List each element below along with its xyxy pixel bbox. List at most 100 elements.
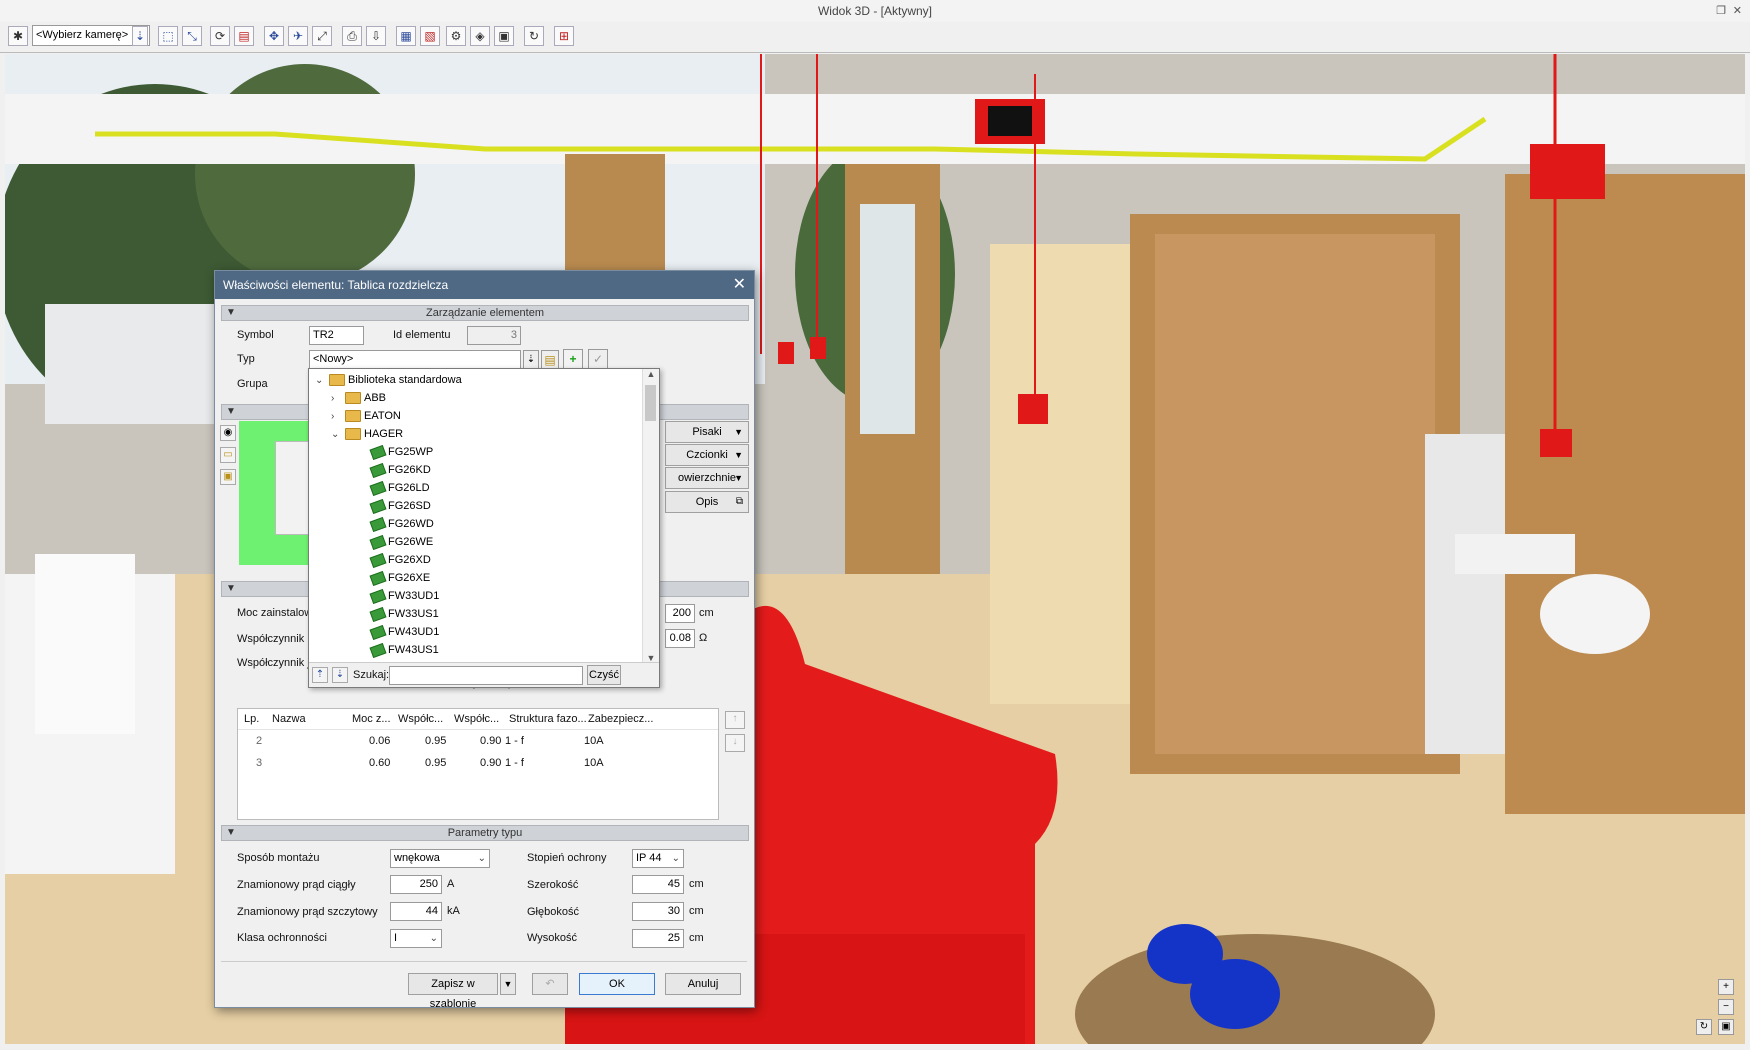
distance-field[interactable]: 200 <box>665 604 695 623</box>
type-field[interactable]: <Nowy> <box>309 350 521 369</box>
symbol-field[interactable]: TR2 <box>309 326 364 345</box>
search-input[interactable] <box>389 666 583 685</box>
tree-item[interactable]: FG26SD <box>369 497 431 515</box>
render-button[interactable]: ⚙ <box>446 26 466 46</box>
collapse-icon[interactable]: ⌄ <box>331 426 345 444</box>
tree-item[interactable]: FW43US1 <box>369 641 439 659</box>
tree-item[interactable]: FW33UD1 <box>369 587 440 605</box>
width-field[interactable]: 45 <box>632 875 684 894</box>
move-up-icon[interactable]: ↑ <box>725 711 745 729</box>
resistance-field[interactable]: 0.08 <box>665 629 695 648</box>
tree-folder[interactable]: › EATON <box>331 407 401 425</box>
surfaces-button[interactable]: owierzchnie ▼ <box>665 467 749 489</box>
tree-root[interactable]: ⌄ Biblioteka standardowa <box>315 371 462 389</box>
fly-button[interactable]: ✈ <box>288 26 308 46</box>
peak-current-field[interactable]: 44 <box>390 902 442 921</box>
table-header-cell[interactable]: Lp. <box>244 713 259 725</box>
table-header-cell[interactable]: Struktura fazo... <box>509 713 587 725</box>
type-dropdown-icon[interactable]: ⇣ <box>523 350 539 369</box>
undo-icon[interactable]: ↶ <box>532 973 568 995</box>
export-button[interactable]: ⇩ <box>366 26 386 46</box>
expand-icon[interactable]: › <box>331 408 345 426</box>
collapse-all-icon[interactable]: ⇣ <box>332 667 348 683</box>
folder-icon[interactable]: ▭ <box>220 447 236 463</box>
table-row[interactable]: 3 0.60 0.95 0.90 1 - f 10A <box>238 757 718 775</box>
fonts-button[interactable]: Czcionki ▼ <box>665 444 749 466</box>
tree-item[interactable]: FG26LD <box>369 479 430 497</box>
rotate-icon[interactable]: ↻ <box>1696 1019 1712 1035</box>
zoom-all-button[interactable]: ⤡ <box>182 26 202 46</box>
current-field[interactable]: 250 <box>390 875 442 894</box>
tree-item[interactable]: FG25WP <box>369 443 433 461</box>
mount-select[interactable]: wnękowa ⌄ <box>390 849 490 868</box>
save-template-button[interactable]: Zapisz w szablonie <box>408 973 498 1010</box>
table-header-cell[interactable]: Współc... <box>454 713 499 725</box>
fit-view-icon[interactable]: ▣ <box>1718 1019 1734 1035</box>
tree-item[interactable]: FG26WD <box>369 515 434 533</box>
protection-class-select[interactable]: I ⌄ <box>390 929 442 948</box>
tree-folder[interactable]: › ABB <box>331 389 386 407</box>
tree-item-label: FG26LD <box>388 482 430 494</box>
tree-item[interactable]: FW33US1 <box>369 605 439 623</box>
cancel-button[interactable]: Anuluj <box>665 973 741 995</box>
ip-select[interactable]: IP 44 ⌄ <box>632 849 684 868</box>
camera-view-icon[interactable]: ◉ <box>220 425 236 441</box>
collapse-icon[interactable]: ⌄ <box>315 372 329 390</box>
section-manage-header[interactable]: ▼ Zarządzanie elementem <box>221 305 749 321</box>
tree-folder[interactable]: ⌄ HAGER <box>331 425 403 443</box>
close-icon[interactable]: ✕ <box>1733 0 1742 22</box>
scroll-up-icon[interactable]: ▲ <box>643 369 659 383</box>
walk-button[interactable]: ⤢ <box>312 26 332 46</box>
collapse-chevron-icon[interactable]: ▼ <box>226 306 236 320</box>
clip-button[interactable]: ⊞ <box>554 26 574 46</box>
zoom-window-button[interactable]: ⬚ <box>158 26 178 46</box>
description-button[interactable]: Opis ⧉ <box>665 491 749 513</box>
section-button[interactable]: ▤ <box>234 26 254 46</box>
section-params-header[interactable]: ▼ Parametry typu <box>221 825 749 841</box>
add-type-icon[interactable]: + <box>563 349 583 369</box>
tree-item-label: FW33UD1 <box>388 590 440 602</box>
pan-button[interactable]: ✥ <box>264 26 284 46</box>
tree-item[interactable]: FG26WE <box>369 533 433 551</box>
dialog-close-icon[interactable]: ✕ <box>733 271 746 299</box>
materials-button[interactable]: ◈ <box>470 26 490 46</box>
zoom-out-icon[interactable]: − <box>1718 999 1734 1015</box>
collapse-chevron-icon[interactable]: ▼ <box>226 582 236 596</box>
clear-search-button[interactable]: Czyść <box>587 665 621 685</box>
zoom-in-icon[interactable]: + <box>1718 979 1734 995</box>
table-row[interactable]: 2 0.06 0.95 0.90 1 - f 10A <box>238 735 718 753</box>
library-icon[interactable]: ▤ <box>541 350 559 369</box>
expand-all-icon[interactable]: ⇡ <box>312 667 328 683</box>
height-field[interactable]: 25 <box>632 929 684 948</box>
move-down-icon[interactable]: ↓ <box>725 734 745 752</box>
restore-icon[interactable]: ❐ <box>1716 0 1726 22</box>
confirm-type-icon[interactable]: ✓ <box>588 349 608 369</box>
layers-button[interactable]: ▧ <box>420 26 440 46</box>
ok-button[interactable]: OK <box>579 973 655 995</box>
expand-icon[interactable]: › <box>331 390 345 408</box>
camera-settings-button[interactable]: ✱ <box>8 26 28 46</box>
tree-item[interactable]: FW43UD1 <box>369 623 439 641</box>
save-template-dropdown-icon[interactable]: ▼ <box>500 973 516 995</box>
scroll-thumb[interactable] <box>645 385 656 421</box>
table-header-cell[interactable]: Moc z... <box>352 713 391 725</box>
tree-item[interactable]: FG26KD <box>369 461 431 479</box>
tree-item[interactable]: FG26XE <box>369 569 430 587</box>
tree-item[interactable]: FG26XD <box>369 551 431 569</box>
section-manage-title: Zarządzanie elementem <box>425 307 544 319</box>
table-header-cell[interactable]: Współc... <box>398 713 443 725</box>
pens-button[interactable]: Pisaki ▼ <box>665 421 749 443</box>
table-header-cell[interactable]: Zabezpiecz... <box>588 713 653 725</box>
depth-field[interactable]: 30 <box>632 902 684 921</box>
collapse-chevron-icon[interactable]: ▼ <box>226 405 236 419</box>
orbit-button[interactable]: ⟳ <box>210 26 230 46</box>
print-button[interactable]: ⎙ <box>342 26 362 46</box>
cube-icon[interactable]: ▣ <box>220 469 236 485</box>
camera-dropdown-button[interactable]: ⇣ <box>132 26 148 46</box>
table-header-cell[interactable]: Nazwa <box>272 713 306 725</box>
rotate-3d-button[interactable]: ↻ <box>524 26 544 46</box>
grid-button[interactable]: ▦ <box>396 26 416 46</box>
collapse-chevron-icon[interactable]: ▼ <box>226 826 236 840</box>
tree-scrollbar[interactable]: ▲ ▼ <box>642 369 659 667</box>
view-3d-button[interactable]: ▣ <box>494 26 514 46</box>
